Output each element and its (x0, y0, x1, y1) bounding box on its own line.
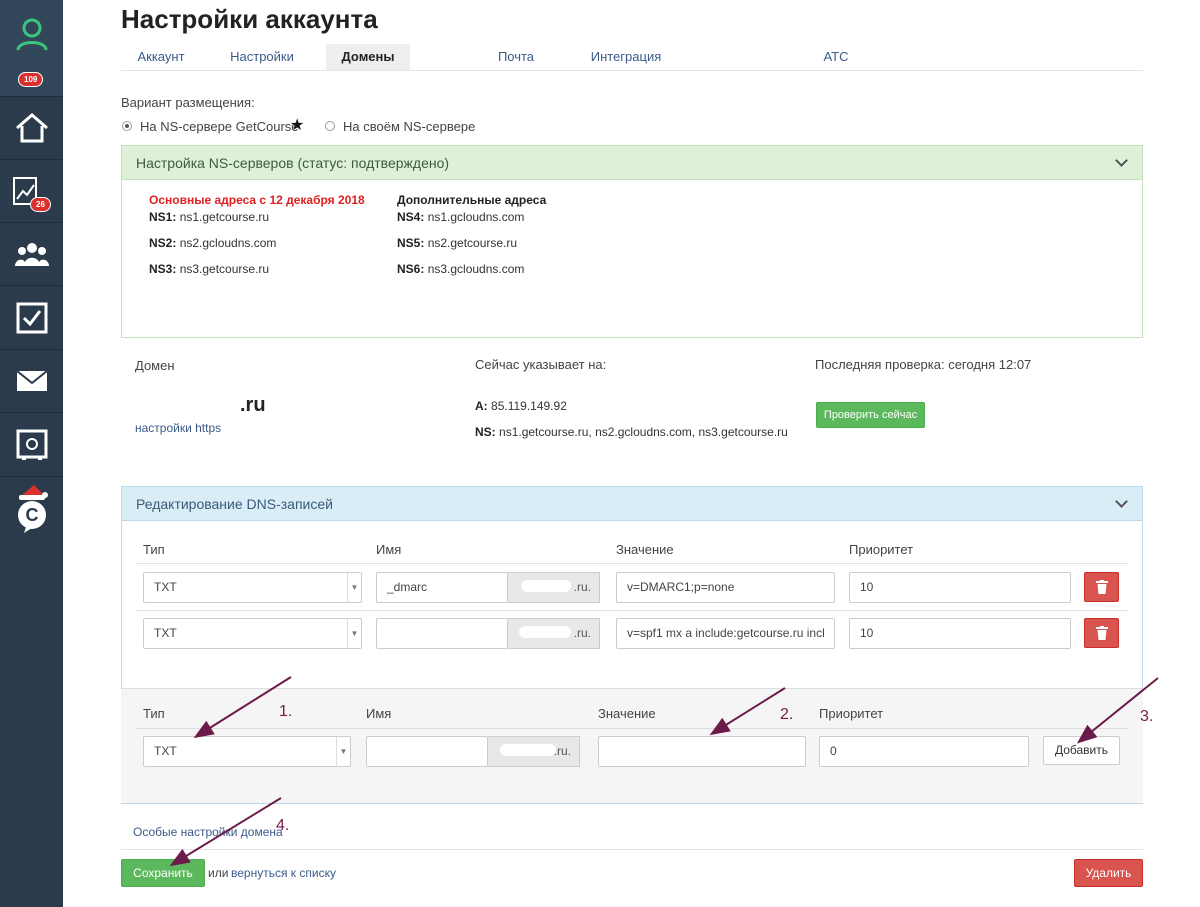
sidebar-item-getcourse[interactable]: C (0, 477, 63, 540)
tasks-checkbox-icon (16, 302, 47, 334)
getcourse-logo-icon: C (17, 484, 48, 533)
hosting-radio-own[interactable] (325, 121, 335, 131)
chevron-down-icon (1115, 495, 1128, 508)
back-to-list-link[interactable]: вернуться к списку (231, 866, 336, 880)
domain-label: Домен (135, 358, 175, 373)
chevron-down-icon (1115, 154, 1128, 167)
ns-record-line: NS: ns1.getcourse.ru, ns2.gcloudns.com, … (475, 425, 788, 439)
header-value: Значение (616, 542, 674, 557)
tab-account[interactable]: Аккаунт (121, 44, 201, 70)
ns6-line: NS6: ns3.gcloudns.com (397, 262, 525, 276)
tab-settings[interactable]: Настройки (217, 44, 307, 70)
new-record-priority-input[interactable]: 0 (819, 736, 1029, 767)
annotation-1: 1. (279, 703, 293, 720)
record-name-input[interactable] (376, 618, 508, 649)
hosting-option-own: На своём NS-сервере (343, 119, 476, 134)
add-record-button[interactable]: Добавить (1043, 736, 1120, 765)
save-button[interactable]: Сохранить (121, 859, 205, 887)
page-title: Настройки аккаунта (121, 4, 378, 34)
record-name-input[interactable]: _dmarc (376, 572, 508, 603)
new-header-name: Имя (366, 706, 392, 721)
ns5-line: NS5: ns2.getcourse.ru (397, 236, 518, 250)
user-avatar-icon (16, 18, 47, 51)
new-record-type-select[interactable]: TXT ▼ (143, 736, 351, 767)
new-header-priority: Приоритет (819, 706, 884, 721)
sidebar-item-users[interactable] (0, 223, 63, 286)
dns-panel-header[interactable]: Редактирование DNS-записей (122, 487, 1142, 521)
ns-extra-heading: Дополнительные адреса (397, 193, 547, 207)
domain-name: .ru (240, 394, 266, 416)
sidebar-item-home[interactable] (0, 97, 63, 160)
tab-domains[interactable]: Домены (326, 44, 410, 70)
users-group-icon (14, 243, 49, 266)
check-now-button[interactable]: Проверить сейчас (816, 402, 925, 428)
ns2-line: NS2: ns2.gcloudns.com (149, 236, 277, 250)
record-type-select[interactable]: TXT ▼ (143, 572, 362, 603)
https-settings-link[interactable]: настройки https (135, 421, 221, 435)
sidebar-item-profile[interactable]: 109 (0, 0, 63, 97)
delete-record-button[interactable] (1084, 572, 1119, 602)
hosting-radio-getcourse[interactable] (122, 121, 132, 131)
annotation-3: 3. (1140, 708, 1154, 725)
new-record-name-input[interactable] (366, 736, 488, 767)
tab-ats[interactable]: АТС (811, 44, 861, 70)
star-icon: ★ (290, 117, 305, 134)
trash-icon (1096, 580, 1108, 594)
main-content: Настройки аккаунта Аккаунт Настройки Дом… (63, 0, 1200, 907)
record-priority-input[interactable]: 10 (849, 618, 1071, 649)
ns4-line: NS4: ns1.gcloudns.com (397, 210, 525, 224)
delete-button[interactable]: Удалить (1074, 859, 1143, 887)
safe-icon (16, 429, 47, 460)
ns-main-heading: Основные адреса с 12 декабря 2018 (149, 193, 365, 207)
ns1-line: NS1: ns1.getcourse.ru (149, 210, 270, 224)
last-check-text: Последняя проверка: сегодня 12:07 (815, 357, 1032, 372)
new-header-value: Значение (598, 706, 656, 721)
annotation-2: 2. (780, 706, 794, 723)
hosting-label: Вариант размещения: (121, 95, 255, 110)
sidebar: 109 26 C (0, 0, 63, 907)
tabs-bar: Аккаунт Настройки Домены Почта Интеграци… (121, 44, 1143, 71)
header-priority: Приоритет (849, 542, 914, 557)
record-value-input[interactable]: v=DMARC1;p=none (616, 572, 835, 603)
tab-integration[interactable]: Интеграция (581, 44, 671, 70)
delete-record-button[interactable] (1084, 618, 1119, 648)
annotation-4: 4. (276, 817, 290, 834)
new-record-value-input[interactable] (598, 736, 806, 767)
special-domain-settings-link[interactable]: Особые настройки домена (133, 825, 283, 839)
sidebar-item-mail[interactable] (0, 350, 63, 413)
header-type: Тип (143, 542, 165, 557)
ns-panel-header[interactable]: Настройка NS-серверов (статус: подтвержд… (122, 146, 1142, 180)
or-text: или (208, 866, 229, 880)
a-record-line: A: 85.119.149.92 (475, 399, 567, 413)
dns-panel-title: Редактирование DNS-записей (136, 496, 333, 512)
mail-envelope-icon (15, 370, 48, 391)
record-priority-input[interactable]: 10 (849, 572, 1071, 603)
record-value-input[interactable]: v=spf1 mx a include:getcourse.ru incl (616, 618, 835, 649)
record-type-select[interactable]: TXT ▼ (143, 618, 362, 649)
new-header-type: Тип (143, 706, 165, 721)
sidebar-item-stats[interactable]: 26 (0, 160, 63, 223)
svg-text:C: C (25, 505, 38, 525)
header-name: Имя (376, 542, 402, 557)
notifications-badge: 109 (18, 72, 44, 87)
sidebar-item-tasks[interactable] (0, 287, 63, 350)
stats-badge: 26 (30, 197, 51, 212)
trash-icon (1096, 626, 1108, 640)
ns3-line: NS3: ns3.getcourse.ru (149, 262, 270, 276)
points-to-label: Сейчас указывает на: (475, 357, 607, 372)
sidebar-item-safe[interactable] (0, 414, 63, 477)
home-icon (15, 113, 48, 143)
ns-panel-title: Настройка NS-серверов (статус: подтвержд… (136, 155, 450, 171)
tab-mail[interactable]: Почта (486, 44, 546, 70)
hosting-option-getcourse: На NS-сервере GetCourse (140, 119, 299, 134)
